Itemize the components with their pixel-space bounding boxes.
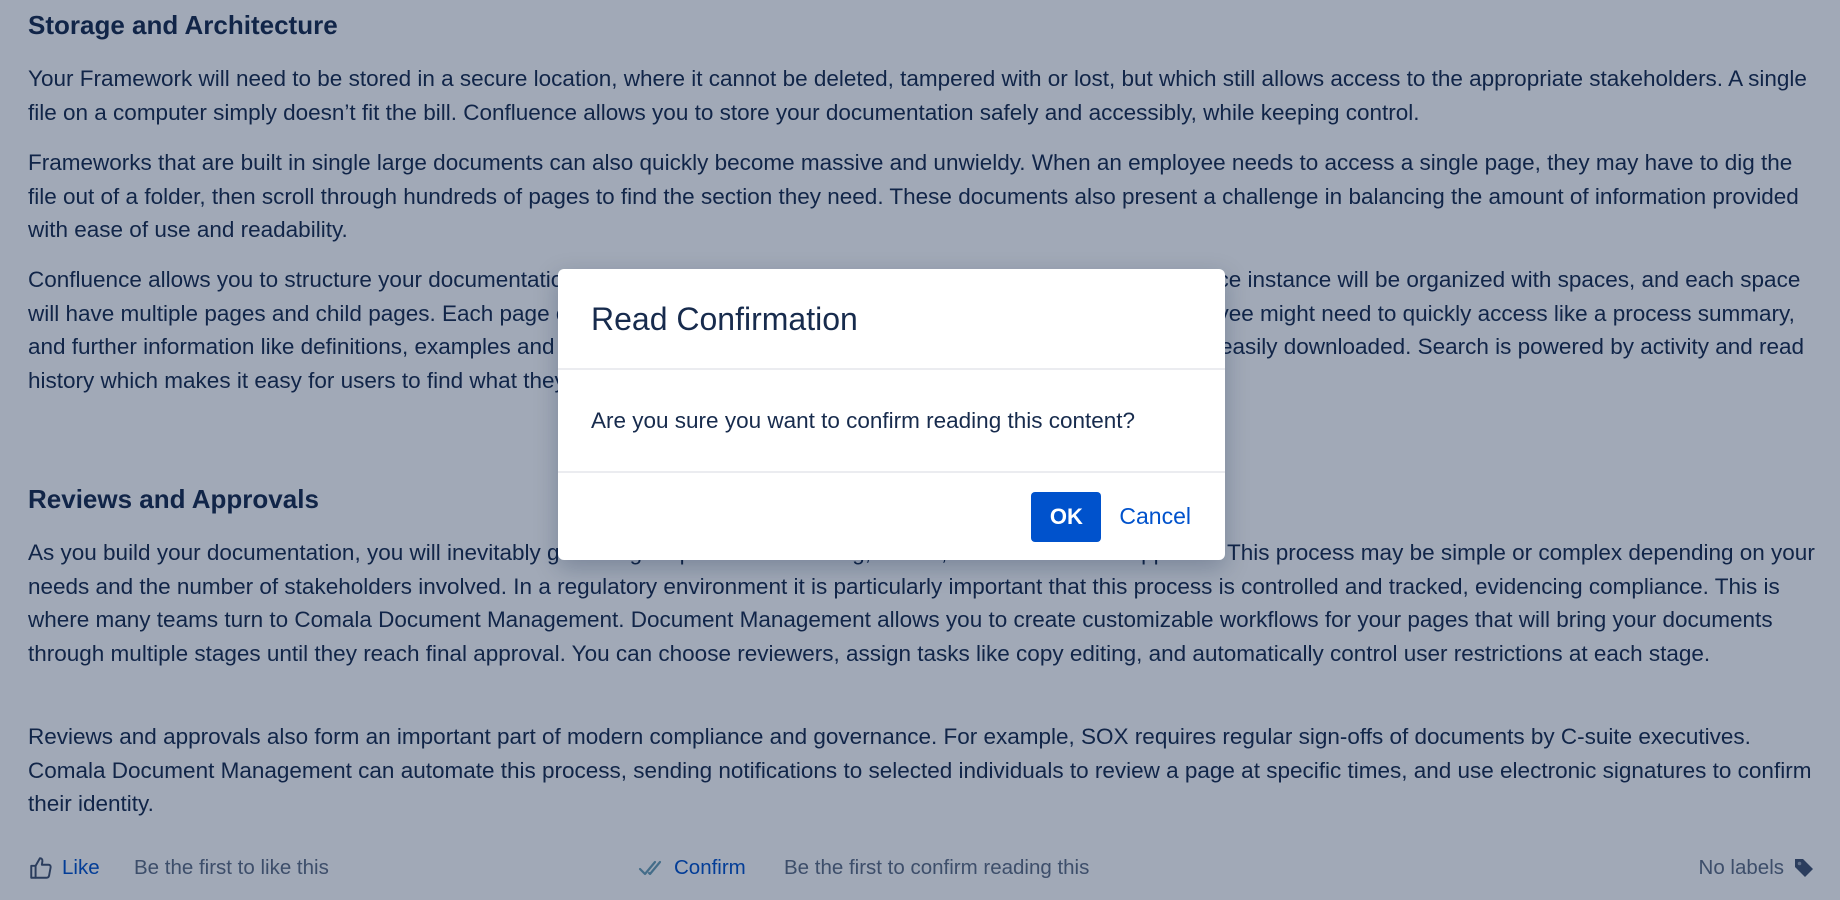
dialog-message: Are you sure you want to confirm reading… — [558, 370, 1225, 473]
read-confirmation-dialog: Read Confirmation Are you sure you want … — [558, 269, 1225, 560]
dialog-header: Read Confirmation — [558, 269, 1225, 370]
cancel-button[interactable]: Cancel — [1119, 503, 1191, 530]
dialog-title: Read Confirmation — [591, 301, 858, 337]
ok-button[interactable]: OK — [1031, 491, 1102, 542]
dialog-footer: OK Cancel — [558, 473, 1225, 560]
